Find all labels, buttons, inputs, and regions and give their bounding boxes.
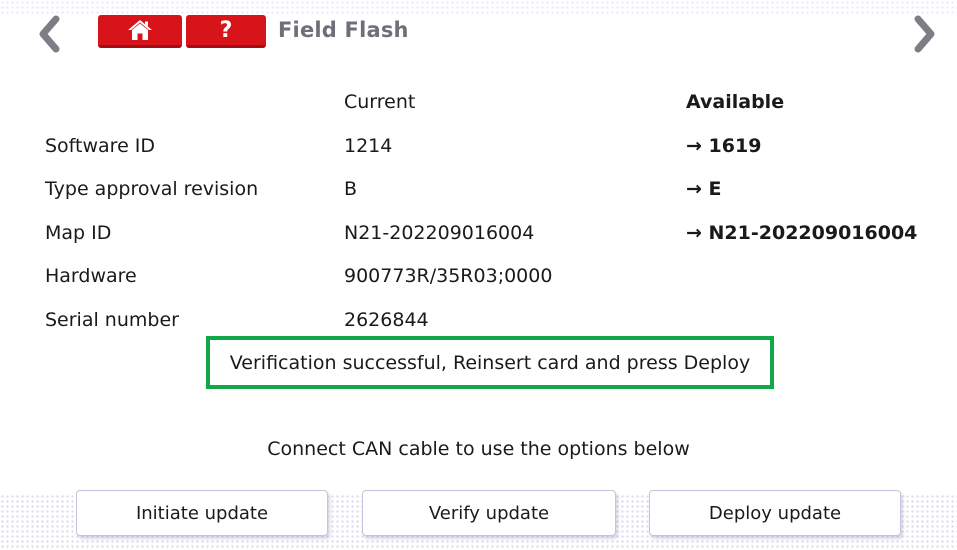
help-icon: ? bbox=[219, 17, 233, 43]
back-button[interactable] bbox=[36, 14, 62, 54]
verify-update-button[interactable]: Verify update bbox=[362, 490, 616, 536]
deploy-update-button[interactable]: Deploy update bbox=[649, 490, 901, 536]
row-label-map-id: Map ID bbox=[45, 222, 112, 244]
page-title: Field Flash bbox=[278, 18, 409, 42]
available-type-approval-revision: → E bbox=[686, 178, 722, 200]
available-software-id: → 1619 bbox=[686, 135, 762, 157]
current-map-id: N21-202209016004 bbox=[344, 222, 535, 244]
current-type-approval-revision: B bbox=[344, 178, 358, 200]
top-pattern bbox=[0, 0, 957, 16]
column-header-available: Available bbox=[686, 91, 785, 113]
can-cable-hint: Connect CAN cable to use the options bel… bbox=[267, 438, 690, 460]
status-message: Verification successful, Reinsert card a… bbox=[206, 336, 774, 389]
status-message-text: Verification successful, Reinsert card a… bbox=[229, 351, 751, 374]
home-icon bbox=[128, 20, 152, 40]
column-header-current: Current bbox=[344, 91, 416, 113]
help-button[interactable]: ? bbox=[186, 15, 266, 48]
current-hardware: 900773R/35R03;0000 bbox=[344, 265, 553, 287]
current-serial-number: 2626844 bbox=[344, 309, 429, 331]
row-label-software-id: Software ID bbox=[45, 135, 156, 157]
initiate-update-label: Initiate update bbox=[135, 502, 269, 524]
chevron-left-icon bbox=[39, 15, 60, 53]
home-button[interactable] bbox=[98, 15, 182, 48]
available-map-id: → N21-202209016004 bbox=[686, 222, 918, 244]
forward-button[interactable] bbox=[912, 14, 938, 54]
chevron-right-icon bbox=[914, 15, 935, 53]
row-label-type-approval-revision: Type approval revision bbox=[45, 178, 259, 200]
row-label-serial-number: Serial number bbox=[45, 309, 179, 331]
current-software-id: 1214 bbox=[344, 135, 393, 157]
verify-update-label: Verify update bbox=[428, 502, 550, 524]
initiate-update-button[interactable]: Initiate update bbox=[76, 490, 328, 536]
row-label-hardware: Hardware bbox=[45, 265, 137, 287]
deploy-update-label: Deploy update bbox=[708, 502, 842, 524]
